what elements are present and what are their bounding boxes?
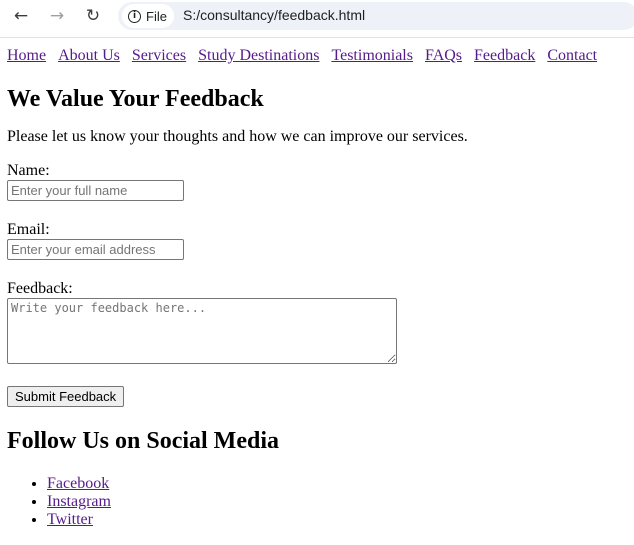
address-url[interactable]: S:/consultancy/feedback.html [183,7,365,23]
social-heading: Follow Us on Social Media [7,428,280,454]
back-arrow-icon[interactable]: ← [7,4,35,28]
top-navigation: Home About Us Services Study Destinations Te… [7,47,634,65]
page-content: Home About Us Services Study Destinations Te… [7,38,634,529]
list-item: Instagram [47,493,634,511]
site-info-label: File [146,8,167,24]
intro-text: Please let us know your thoughts and how… [7,128,468,145]
list-item: Twitter [47,511,634,529]
name-input[interactable] [7,180,184,201]
nav-link-contact[interactable]: Contact [547,47,597,64]
feedback-form: Name: Email: Feedback: Submit Feedback [7,162,634,407]
info-icon: i [128,9,141,23]
nav-link-testimonials[interactable]: Testimonials [331,47,413,64]
nav-link-feedback[interactable]: Feedback [474,47,535,64]
nav-link-faqs[interactable]: FAQs [425,47,462,64]
email-label: Email: [7,221,50,238]
social-links-list: Facebook Instagram Twitter [7,475,634,529]
submit-feedback-button[interactable]: Submit Feedback [7,386,125,407]
feedback-label: Feedback: [7,280,73,297]
list-item: Facebook [47,475,634,493]
name-label: Name: [7,162,50,179]
nav-link-about[interactable]: About Us [58,47,120,64]
forward-arrow-icon[interactable]: → [43,4,71,28]
twitter-link[interactable]: Twitter [47,511,93,528]
nav-link-study-destinations[interactable]: Study Destinations [198,47,319,64]
page-title: We Value Your Feedback [7,86,264,112]
nav-link-home[interactable]: Home [7,47,46,64]
nav-link-services[interactable]: Services [132,47,186,64]
site-info-chip[interactable]: i File [122,4,174,28]
feedback-textarea[interactable] [7,298,397,364]
email-input[interactable] [7,239,184,260]
facebook-link[interactable]: Facebook [47,475,109,492]
browser-toolbar: ← → ↻ i File S:/consultancy/feedback.htm… [0,0,634,38]
instagram-link[interactable]: Instagram [47,493,111,510]
reload-icon[interactable]: ↻ [79,4,107,28]
